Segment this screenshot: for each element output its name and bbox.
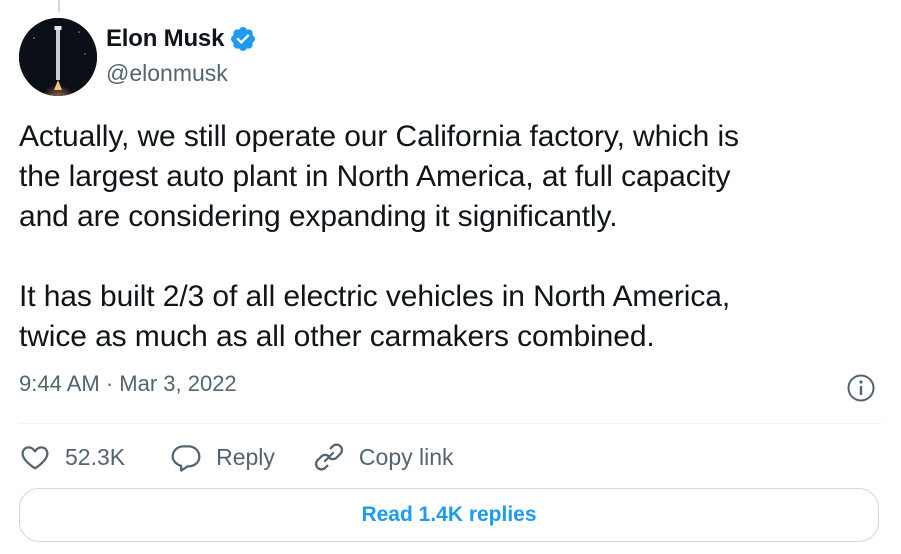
display-name[interactable]: Elon Musk — [106, 25, 224, 53]
tweet-text: Actually, we still operate our Californi… — [19, 120, 739, 353]
link-icon — [314, 443, 343, 471]
thread-connector-line — [58, 0, 60, 12]
copy-link-label: Copy link — [358, 443, 454, 470]
like-count: 52.3K — [65, 443, 126, 470]
reply-label: Reply — [216, 443, 275, 470]
heart-icon — [21, 446, 49, 470]
reply-button[interactable]: Reply — [170, 441, 275, 473]
tweet-timestamp[interactable]: 9:44 AM · Mar 3, 2022 — [19, 371, 237, 397]
copy-link-button[interactable]: Copy link — [313, 441, 454, 473]
read-replies-label: Read 1.4K replies — [361, 503, 537, 526]
author-names: Elon Musk @elonmusk — [106, 24, 257, 87]
avatar-image — [19, 18, 97, 96]
tweet-actions: 52.3K Reply Copy link — [19, 437, 454, 477]
tweet-header: Elon Musk @elonmusk — [19, 18, 882, 96]
author-handle[interactable]: @elonmusk — [106, 60, 257, 87]
speech-bubble-icon — [171, 445, 201, 472]
divider — [19, 423, 882, 424]
info-icon[interactable] — [845, 372, 877, 404]
like-button[interactable]: 52.3K — [19, 441, 125, 473]
avatar[interactable] — [19, 18, 97, 96]
read-replies-button[interactable]: Read 1.4K replies — [19, 488, 879, 542]
display-name-row: Elon Musk — [106, 24, 257, 54]
verified-badge-icon — [229, 25, 257, 53]
